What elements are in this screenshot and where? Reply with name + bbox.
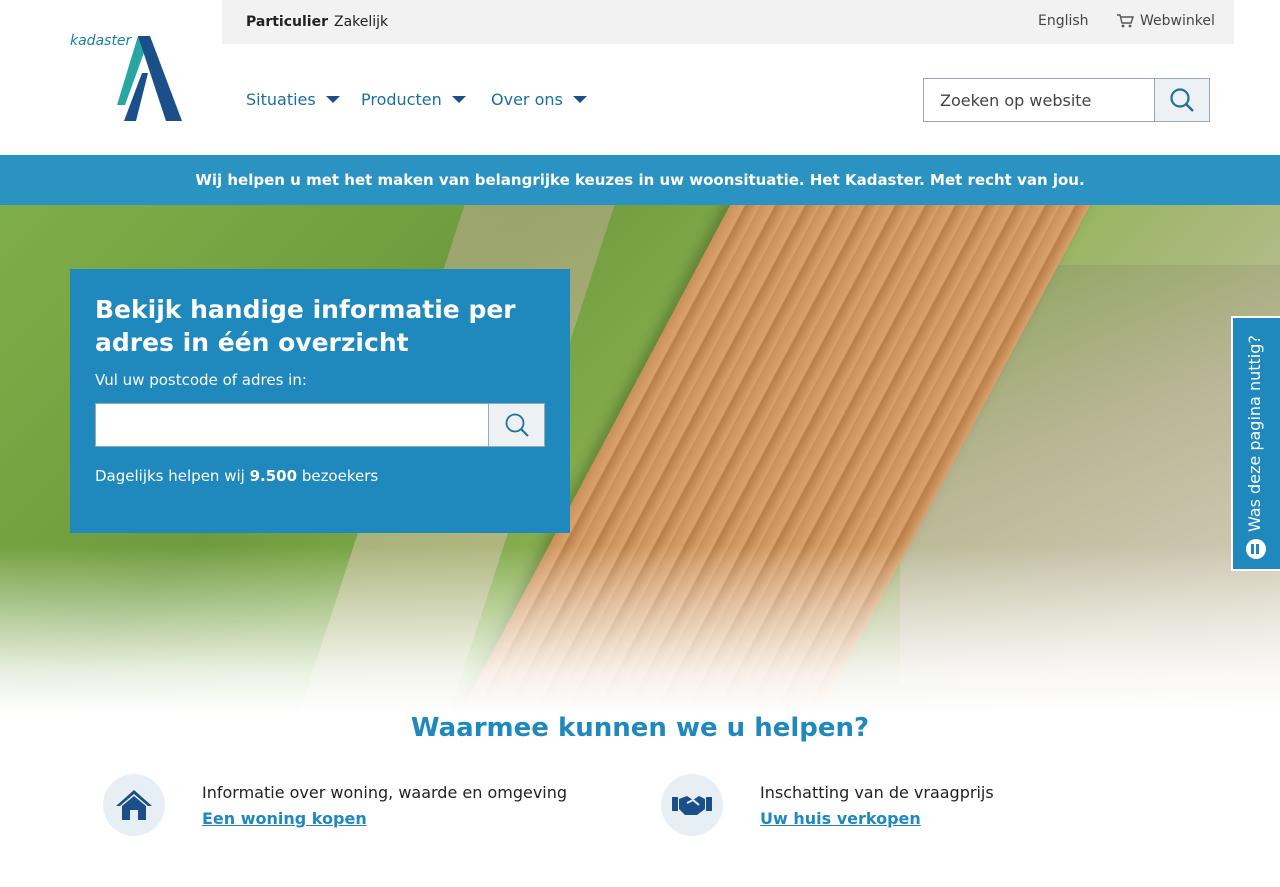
link-woning-kopen[interactable]: Een woning kopen <box>202 809 367 828</box>
address-search-button[interactable] <box>489 403 545 447</box>
help-section-title: Waarmee kunnen we u helpen? <box>410 713 870 743</box>
webwinkel-link[interactable]: Webwinkel <box>1116 13 1215 29</box>
search-icon <box>1170 88 1194 112</box>
stats-number: 9.500 <box>249 467 298 485</box>
site-search <box>923 78 1210 122</box>
handshake-icon <box>661 774 723 836</box>
address-lookup-card: Bekijk handige informatie per adres in é… <box>70 269 570 533</box>
address-input-label: Vul uw postcode of adres in: <box>95 371 307 389</box>
webwinkel-label: Webwinkel <box>1140 13 1215 29</box>
address-lookup-title: Bekijk handige informatie per adres in é… <box>95 295 516 357</box>
site-search-button[interactable] <box>1154 79 1209 121</box>
help-item-description: Informatie over woning, waarde en omgevi… <box>202 783 568 802</box>
chevron-down-icon <box>325 96 340 103</box>
cart-icon <box>1117 14 1134 28</box>
tagline-banner: Wij helpen u met het maken van belangrij… <box>0 155 1280 205</box>
top-utility-bar: Particulier Zakelijk English Webwinkel <box>222 0 1234 44</box>
tab-zakelijk[interactable]: Zakelijk <box>334 14 388 30</box>
site-search-input[interactable] <box>924 79 1155 121</box>
hero-fade <box>0 545 1280 715</box>
stats-prefix: Dagelijks helpen wij <box>95 467 245 485</box>
help-item-description: Inschatting van de vraagprijs <box>760 783 994 802</box>
house-icon <box>103 774 165 836</box>
address-input[interactable] <box>95 403 489 447</box>
chevron-down-icon <box>572 96 587 103</box>
chevron-down-icon <box>451 96 466 103</box>
kadaster-logo[interactable]: kadaster <box>70 33 185 123</box>
english-link[interactable]: English <box>1038 13 1089 29</box>
search-icon <box>505 413 529 437</box>
nav-situaties[interactable]: Situaties <box>246 90 340 109</box>
feedback-tab[interactable]: Was deze pagina nuttig? <box>1231 316 1280 571</box>
stats-suffix: bezoekers <box>301 467 379 485</box>
visitor-stats: Dagelijks helpen wij 9.500 bezoekers <box>95 467 545 485</box>
address-search <box>95 403 545 447</box>
tab-particulier[interactable]: Particulier <box>246 14 328 30</box>
nav-situaties-label: Situaties <box>246 90 316 109</box>
nav-over-ons-label: Over ons <box>491 90 563 109</box>
feedback-label: Was deze pagina nuttig? <box>1245 335 1264 532</box>
logo-mark <box>117 36 182 121</box>
nav-producten[interactable]: Producten <box>361 90 466 109</box>
nav-producten-label: Producten <box>361 90 442 109</box>
nav-over-ons[interactable]: Over ons <box>491 90 587 109</box>
link-huis-verkopen[interactable]: Uw huis verkopen <box>760 809 921 828</box>
feedback-icon <box>1246 539 1266 559</box>
